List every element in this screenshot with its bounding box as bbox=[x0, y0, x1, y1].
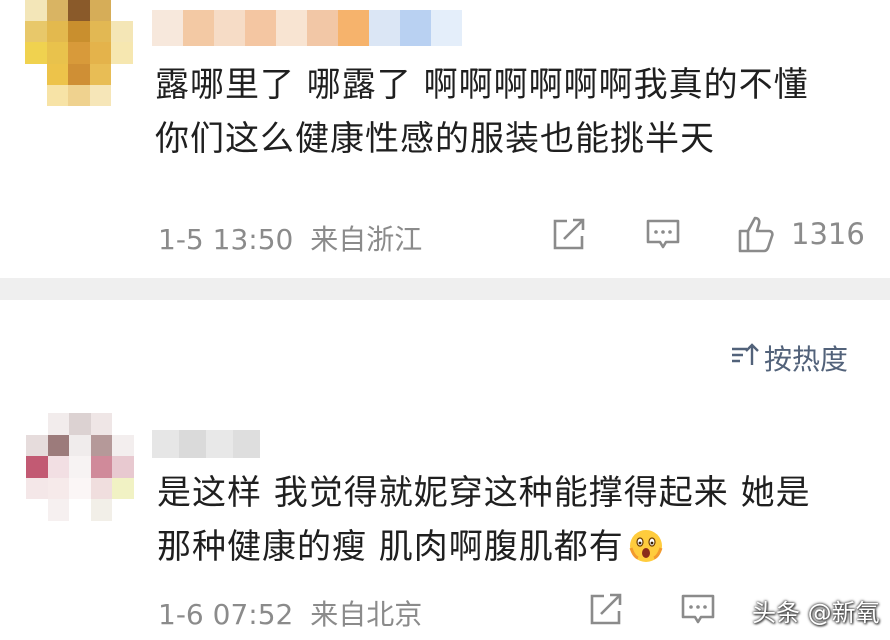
comment-time: 1-5 13:50 bbox=[158, 223, 294, 256]
comment-time: 1-6 07:52 bbox=[158, 598, 294, 631]
share-button[interactable] bbox=[588, 593, 624, 627]
comment-text: 是这样 我觉得就妮穿这种能撑得起来 她是 那种健康的瘦 肌肉啊腹肌都有 bbox=[157, 466, 877, 574]
username-blurred[interactable] bbox=[152, 430, 260, 458]
like-button[interactable]: 1316 bbox=[737, 214, 865, 254]
sort-icon bbox=[730, 340, 764, 377]
comment-button[interactable] bbox=[680, 593, 716, 627]
scared-face-emoji bbox=[628, 526, 664, 562]
comment-location: 来自北京 bbox=[310, 598, 423, 631]
sort-label: 按热度 bbox=[764, 343, 849, 376]
like-count: 1316 bbox=[791, 217, 865, 251]
comment-text-line: 是这样 我觉得就妮穿这种能撑得起来 她是 bbox=[157, 473, 811, 513]
avatar[interactable] bbox=[26, 413, 134, 521]
share-icon bbox=[588, 593, 624, 627]
sort-by-heat-button[interactable]: 按热度 bbox=[730, 338, 848, 378]
share-icon bbox=[551, 218, 587, 252]
comment-meta: 1-6 07:52 来自北京 bbox=[158, 593, 422, 633]
comment-text-segment: 那种健康的瘦 肌肉啊腹肌都有 bbox=[157, 527, 624, 567]
comment-meta: 1-5 13:50 来自浙江 bbox=[158, 218, 422, 258]
comment-location: 来自浙江 bbox=[310, 223, 423, 256]
comment-item: 露哪里了 哪露了 啊啊啊啊啊啊我真的不懂 你们这么健康性感的服装也能挑半天 1-… bbox=[0, 0, 890, 278]
comment-button[interactable] bbox=[645, 218, 681, 252]
comment-text-line: 那种健康的瘦 肌肉啊腹肌都有 bbox=[157, 520, 877, 574]
comment-text-line: 露哪里了 哪露了 啊啊啊啊啊啊我真的不懂 bbox=[155, 65, 809, 105]
comment-icon bbox=[680, 593, 716, 627]
section-divider bbox=[0, 278, 890, 300]
comment-text-line: 你们这么健康性感的服装也能挑半天 bbox=[155, 119, 715, 159]
share-button[interactable] bbox=[551, 218, 587, 252]
comment-icon bbox=[645, 218, 681, 252]
username-blurred[interactable] bbox=[152, 10, 462, 46]
avatar[interactable] bbox=[25, 0, 133, 106]
thumbs-up-icon bbox=[737, 214, 777, 254]
watermark: 头条 @新氧 bbox=[752, 599, 880, 627]
comment-text: 露哪里了 哪露了 啊啊啊啊啊啊我真的不懂 你们这么健康性感的服装也能挑半天 bbox=[155, 58, 875, 166]
